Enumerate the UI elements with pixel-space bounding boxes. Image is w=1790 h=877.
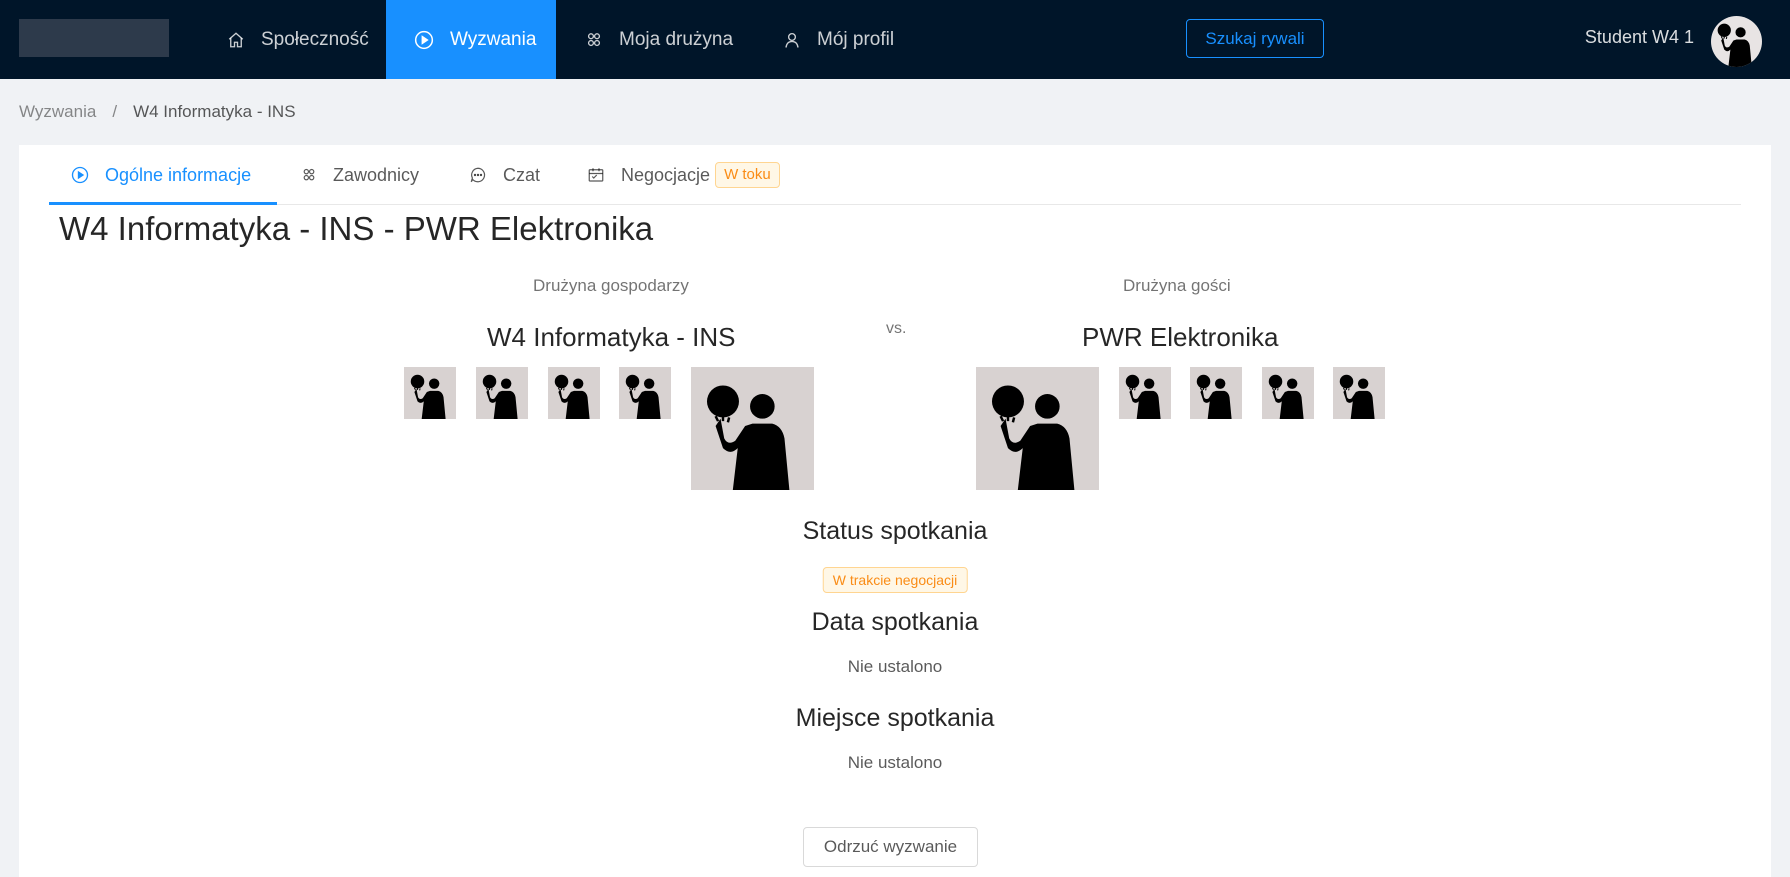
tab-general-info[interactable]: Ogólne informacje [71,145,251,205]
nav-item-label: Społeczność [261,28,369,50]
nav-item-label: Mój profil [817,28,895,50]
away-team-name: PWR Elektronika [1082,322,1279,352]
tab-label: Negocjacje [621,164,711,185]
home-captain-avatar[interactable] [691,367,814,490]
date-value: Nie ustalono [847,657,943,676]
breadcrumb-current: W4 Informatyka - INS [133,102,296,121]
breadcrumb: Wyzwania / W4 Informatyka - INS [19,102,296,122]
away-player-avatar[interactable] [1262,367,1314,419]
nav-item-my-team[interactable]: Moja drużyna [557,0,761,79]
page-title: W4 Informatyka - INS - PWR Elektronika [59,210,654,247]
home-icon [227,31,245,49]
away-captain-avatar[interactable] [976,367,1099,490]
tab-players[interactable]: Zawodnicy [301,145,419,205]
reject-challenge-button[interactable]: Odrzuć wyzwanie [803,827,978,867]
away-player-avatar[interactable] [1190,367,1242,419]
active-tab-indicator [49,202,277,205]
date-title: Data spotkania [811,608,979,636]
home-team-caption: Drużyna gospodarzy [533,276,689,295]
status-title: Status spotkania [802,517,988,545]
team-icon [301,167,317,183]
home-player-avatar[interactable] [476,367,528,419]
nav-item-my-profile[interactable]: Mój profil [755,0,922,79]
tab-label: Zawodnicy [333,164,420,185]
home-player-avatar[interactable] [619,367,671,419]
challenge-details-card: Ogólne informacje Zawodnicy Czat Negocja… [19,145,1771,877]
vs-label: vs. [886,320,907,337]
user-icon [783,31,801,49]
home-team-name: W4 Informatyka - INS [487,322,736,352]
negotiation-status-tag: W toku [715,162,780,188]
nav-item-label: Moja drużyna [619,28,734,50]
app-logo[interactable] [19,19,169,57]
home-player-avatar[interactable] [548,367,600,419]
away-player-avatar[interactable] [1333,367,1385,419]
nav-item-community[interactable]: Społeczność [199,0,397,79]
nav-item-label: Wyzwania [450,28,537,50]
away-team-caption: Drużyna gości [1123,276,1231,295]
tab-negotiations[interactable]: Negocjacje W toku [587,145,780,205]
breadcrumb-link-challenges[interactable]: Wyzwania [19,102,96,122]
top-navigation-bar: Społeczność Wyzwania Moja drużyna Mój pr… [0,0,1790,79]
home-player-avatar[interactable] [404,367,456,419]
tab-bar: Ogólne informacje Zawodnicy Czat Negocja… [49,145,1741,205]
message-icon [469,166,487,184]
tab-chat[interactable]: Czat [469,145,540,205]
play-circle-icon [71,166,89,184]
place-title: Miejsce spotkania [795,704,995,732]
calendar-icon [587,166,605,184]
breadcrumb-separator: / [112,102,118,121]
nav-item-challenges[interactable]: Wyzwania [386,0,556,79]
team-icon [585,31,603,49]
search-rivals-button[interactable]: Szukaj rywali [1186,19,1324,58]
user-name[interactable]: Student W4 1 [1585,27,1694,48]
tab-label: Czat [503,164,541,185]
tab-label: Ogólne informacje [105,164,252,185]
away-player-avatar[interactable] [1119,367,1171,419]
status-badge: W trakcie negocjacji [822,567,968,593]
avatar[interactable] [1711,16,1762,67]
play-circle-icon [414,30,434,50]
place-value: Nie ustalono [847,753,943,772]
